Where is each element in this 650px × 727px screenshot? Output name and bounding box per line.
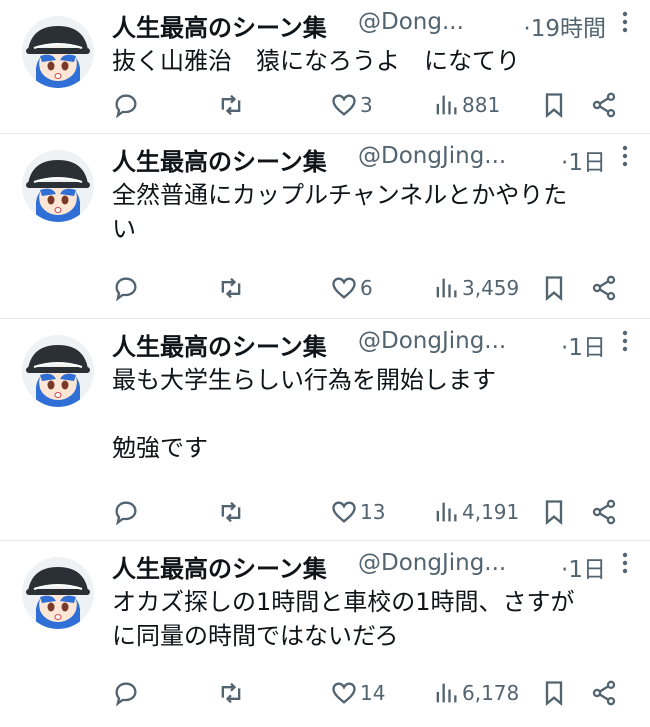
author-handle[interactable]: @DongJing... — [358, 143, 506, 169]
like-count: 6 — [360, 276, 373, 300]
share-icon — [592, 499, 616, 525]
avatar[interactable] — [22, 557, 94, 629]
view-count: 881 — [462, 93, 501, 117]
tweet[interactable]: 人生最高のシーン集 @DongJing... ·1日 オカズ探しの1時間と車校の… — [0, 541, 650, 727]
bookmark-icon — [545, 681, 563, 706]
share-icon — [592, 275, 616, 301]
avatar-image — [22, 16, 94, 88]
retweet-icon — [221, 682, 241, 704]
tweet-text: 最も大学生らしい行為を開始します 勉強です — [112, 366, 496, 462]
bookmark-button[interactable] — [540, 89, 568, 121]
view-count: 6,178 — [462, 681, 520, 705]
more-vertical-icon[interactable] — [614, 327, 636, 355]
reply-icon — [115, 277, 137, 302]
tweet-actions: 6 3,459 — [112, 272, 636, 304]
tweet[interactable]: 人生最高のシーン集 @DongJing... ·1日 最も大学生らしい行為を開始… — [0, 319, 650, 541]
avatar-image — [22, 557, 94, 629]
more-vertical-icon[interactable] — [614, 549, 636, 577]
author-handle[interactable]: @DongJing... — [358, 328, 506, 354]
tweet-timestamp[interactable]: ·19時間 — [523, 9, 606, 43]
reply-button[interactable] — [112, 496, 142, 528]
reply-icon — [115, 501, 137, 526]
reply-icon — [115, 94, 137, 119]
bookmark-button[interactable] — [540, 677, 568, 709]
tweet-actions: 13 4,191 — [112, 496, 636, 528]
retweet-button[interactable] — [217, 496, 247, 528]
reply-icon — [115, 682, 137, 707]
view-count: 4,191 — [462, 500, 520, 524]
tweet[interactable]: 人生最高のシーン集 @Dong... ·19時間 抜く山雅治 猿になろうよ にな… — [0, 0, 650, 134]
tweet-text: 抜く山雅治 猿になろうよ になてり — [112, 47, 520, 75]
share-icon — [592, 92, 616, 118]
analytics-icon — [436, 95, 457, 115]
views-button[interactable]: 4,191 — [432, 496, 519, 528]
like-button[interactable]: 3 — [330, 89, 373, 121]
views-button[interactable]: 6,178 — [432, 677, 519, 709]
like-button[interactable]: 14 — [330, 677, 385, 709]
retweet-button[interactable] — [217, 677, 247, 709]
share-button[interactable] — [590, 89, 618, 121]
heart-icon — [332, 277, 356, 299]
author-handle[interactable]: @Dong... — [358, 9, 464, 35]
analytics-icon — [436, 502, 457, 522]
like-count: 3 — [360, 93, 373, 117]
tweet-timestamp[interactable]: ·1日 — [561, 328, 606, 362]
heart-icon — [332, 94, 356, 116]
tweet-timestamp[interactable]: ·1日 — [561, 143, 606, 177]
retweet-icon — [221, 277, 241, 299]
views-button[interactable]: 3,459 — [432, 272, 519, 304]
heart-icon — [332, 501, 356, 523]
avatar[interactable] — [22, 150, 94, 222]
tweet-timestamp[interactable]: ·1日 — [561, 550, 606, 584]
tweet[interactable]: 人生最高のシーン集 @DongJing... ·1日 全然普通にカップルチャンネ… — [0, 134, 650, 319]
avatar[interactable] — [22, 16, 94, 88]
author-handle[interactable]: @DongJing... — [358, 550, 506, 576]
view-count: 3,459 — [462, 276, 520, 300]
avatar-image — [22, 335, 94, 407]
author-name[interactable]: 人生最高のシーン集 — [112, 327, 327, 362]
avatar-image — [22, 150, 94, 222]
share-button[interactable] — [590, 677, 618, 709]
retweet-button[interactable] — [217, 89, 247, 121]
bookmark-icon — [545, 93, 563, 118]
like-button[interactable]: 13 — [330, 496, 385, 528]
like-count: 14 — [360, 681, 386, 705]
like-button[interactable]: 6 — [330, 272, 373, 304]
bookmark-icon — [545, 276, 563, 301]
analytics-icon — [436, 278, 457, 298]
author-name[interactable]: 人生最高のシーン集 — [112, 142, 327, 177]
more-vertical-icon[interactable] — [614, 142, 636, 170]
share-icon — [592, 680, 616, 706]
avatar[interactable] — [22, 335, 94, 407]
heart-icon — [332, 682, 356, 704]
views-button[interactable]: 881 — [432, 89, 500, 121]
retweet-button[interactable] — [217, 272, 247, 304]
author-name[interactable]: 人生最高のシーン集 — [112, 549, 327, 584]
bookmark-button[interactable] — [540, 496, 568, 528]
retweet-icon — [221, 501, 241, 523]
reply-button[interactable] — [112, 272, 142, 304]
tweet-actions: 3 881 — [112, 89, 636, 121]
reply-button[interactable] — [112, 677, 142, 709]
author-name[interactable]: 人生最高のシーン集 — [112, 8, 327, 43]
bookmark-button[interactable] — [540, 272, 568, 304]
tweet-text: オカズ探しの1時間と車校の1時間、さすが に同量の時間ではないだろ — [112, 588, 575, 650]
tweet-actions: 14 6,178 — [112, 677, 636, 709]
reply-button[interactable] — [112, 89, 142, 121]
retweet-icon — [221, 94, 241, 116]
analytics-icon — [436, 683, 457, 703]
timeline-feed: 人生最高のシーン集 @Dong... ·19時間 抜く山雅治 猿になろうよ にな… — [0, 0, 650, 727]
share-button[interactable] — [590, 496, 618, 528]
share-button[interactable] — [590, 272, 618, 304]
tweet-text: 全然普通にカップルチャンネルとかやりた い — [112, 181, 568, 243]
more-vertical-icon[interactable] — [614, 8, 636, 36]
like-count: 13 — [360, 500, 386, 524]
bookmark-icon — [545, 500, 563, 525]
